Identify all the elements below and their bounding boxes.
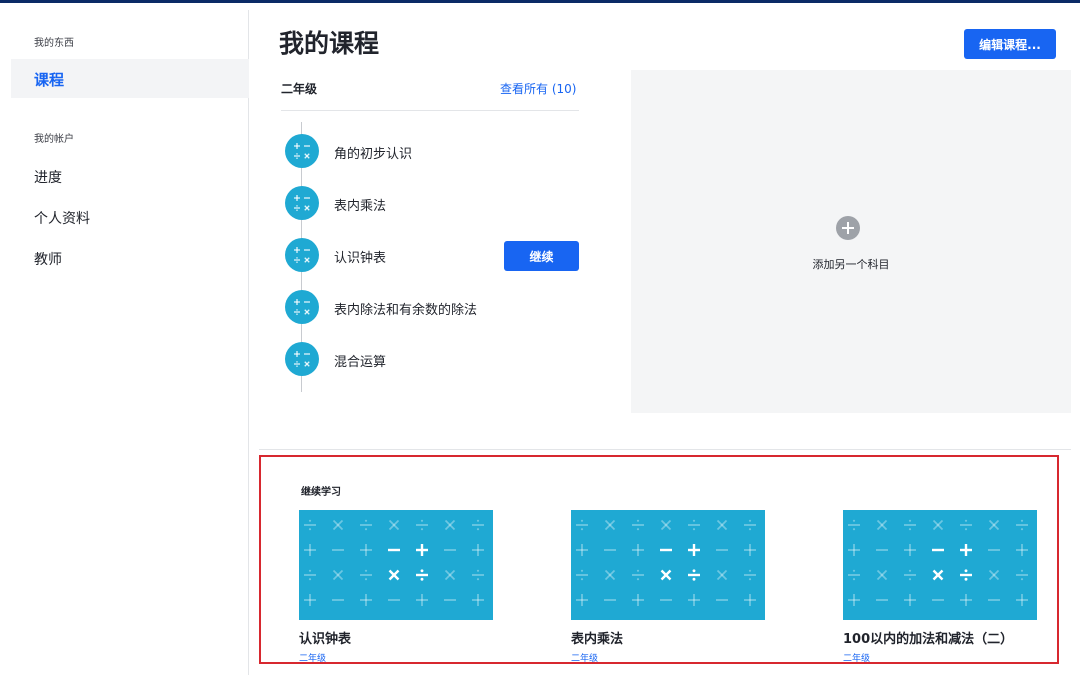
math-thumbnail (843, 510, 1037, 620)
unit-label[interactable]: 认识钟表 (334, 247, 386, 266)
divider (259, 449, 1071, 450)
math-unit-icon (285, 238, 319, 272)
add-subject-label[interactable]: 添加另一个科目 (631, 256, 1071, 272)
continue-button[interactable]: 继续 (504, 241, 579, 271)
add-subject-panel[interactable]: 添加另一个科目 (631, 70, 1071, 413)
sidebar-item-courses[interactable]: 课程 (11, 59, 249, 98)
unit-item[interactable]: 表内乘法 (285, 186, 585, 220)
unit-label[interactable]: 混合运算 (334, 351, 386, 370)
card-title[interactable]: 100以内的加法和减法（二） (843, 628, 1039, 647)
card-title[interactable]: 表内乘法 (571, 628, 767, 647)
unit-label[interactable]: 表内除法和有余数的除法 (334, 299, 477, 318)
course-title: 二年级 (281, 82, 318, 96)
math-unit-icon (285, 134, 319, 168)
divider (281, 110, 579, 111)
card-subtitle: 二年级 (843, 654, 871, 664)
sidebar-header-my-stuff: 我的东西 (34, 38, 74, 49)
page-title: 我的课程 (279, 29, 380, 58)
math-unit-icon (285, 342, 319, 376)
sidebar-item-label: 课程 (34, 71, 65, 89)
plus-circle-icon[interactable] (836, 216, 860, 240)
math-unit-icon (285, 186, 319, 220)
math-thumbnail (571, 510, 765, 620)
sidebar-item-progress[interactable]: 进度 (34, 167, 62, 187)
sidebar: 我的东西 课程 我的帐户 进度 个人资料 教师 (0, 10, 249, 675)
math-thumbnail (299, 510, 493, 620)
sidebar-item-teachers[interactable]: 教师 (34, 249, 62, 269)
card-subtitle: 二年级 (299, 654, 327, 664)
unit-item[interactable]: 角的初步认识 (285, 134, 585, 168)
unit-label[interactable]: 角的初步认识 (334, 143, 412, 162)
sidebar-header-my-account: 我的帐户 (34, 134, 74, 145)
section-title: 继续学习 (301, 487, 341, 498)
card-subtitle: 二年级 (571, 654, 599, 664)
top-bar (0, 0, 1080, 3)
course-card[interactable]: 100以内的加法和减法（二） 二年级 (843, 510, 1039, 664)
unit-label[interactable]: 表内乘法 (334, 195, 386, 214)
view-all-link[interactable]: 查看所有 (10) (500, 80, 576, 97)
math-unit-icon (285, 290, 319, 324)
unit-item[interactable]: 表内除法和有余数的除法 (285, 290, 585, 324)
continue-learning-section: 继续学习 认识钟表 二年级 表内乘法 二年级 100以内的加法和减法（二） 二年… (259, 455, 1059, 664)
course-card[interactable]: 表内乘法 二年级 (571, 510, 767, 664)
unit-item[interactable]: 混合运算 (285, 342, 585, 376)
card-title[interactable]: 认识钟表 (299, 628, 495, 647)
course-card[interactable]: 认识钟表 二年级 (299, 510, 495, 664)
edit-courses-button[interactable]: 编辑课程... (964, 29, 1056, 59)
sidebar-item-profile[interactable]: 个人资料 (34, 208, 90, 228)
